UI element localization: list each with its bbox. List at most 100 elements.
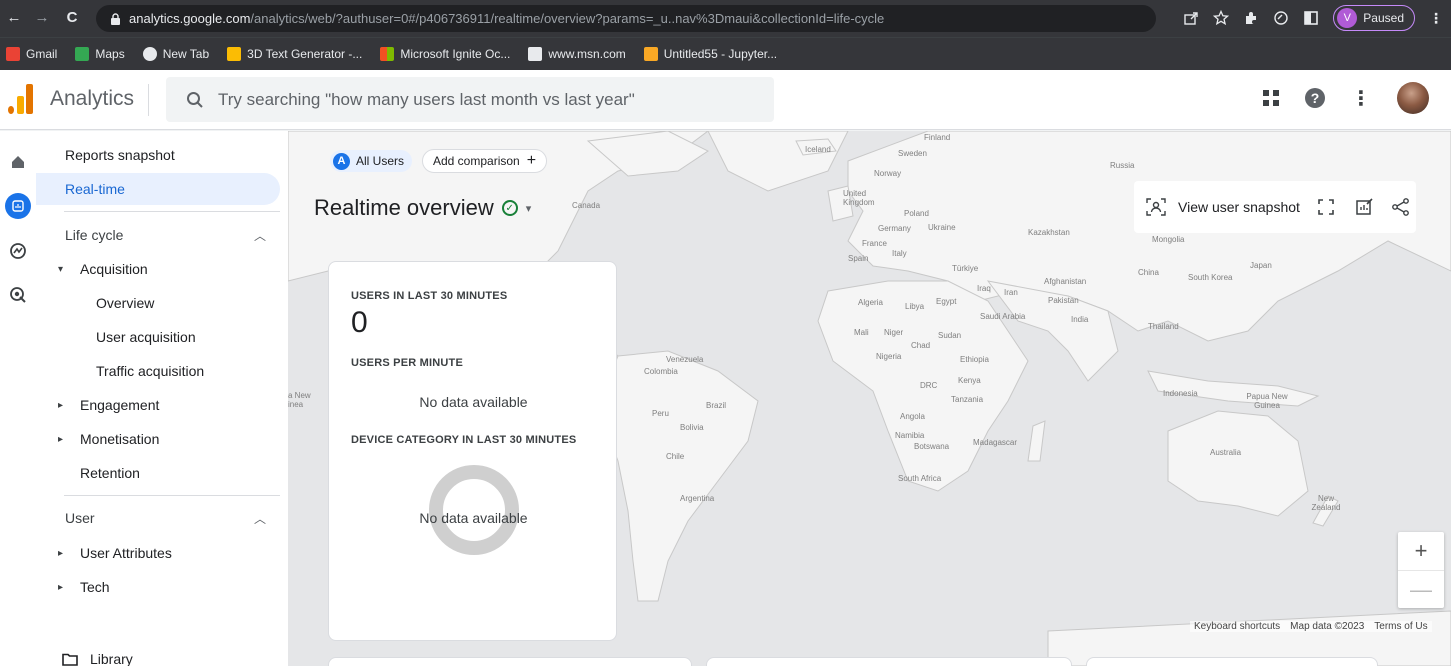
add-comparison-button[interactable]: Add comparison +: [422, 149, 548, 173]
sidebar-item-monetisation[interactable]: ▸ Monetisation: [36, 423, 280, 455]
sidebar-item-engagement[interactable]: ▸ Engagement: [36, 389, 280, 421]
analytics-header: Analytics ? ⋮: [0, 70, 1451, 130]
search-box[interactable]: [166, 77, 774, 122]
caret-right-icon: ▸: [58, 547, 64, 559]
bookmark-new-tab[interactable]: New Tab: [142, 47, 209, 61]
users-30-min-label: USERS IN LAST 30 MINUTES: [351, 290, 508, 302]
zoom-out-button[interactable]: —: [1398, 570, 1444, 608]
nav-rail: [0, 131, 36, 666]
profile-avatar: V: [1337, 8, 1358, 28]
realtime-toolbar: View user snapshot: [1134, 181, 1416, 233]
advertising-icon[interactable]: [5, 282, 31, 308]
url-bar[interactable]: analytics.google.com/analytics/web/?auth…: [96, 5, 1156, 32]
segment-chip-all-users[interactable]: A All Users: [330, 150, 413, 172]
sidebar-item-traffic-acquisition[interactable]: Traffic acquisition: [36, 355, 280, 387]
sidebar-item-reports-snapshot[interactable]: Reports snapshot: [36, 139, 280, 171]
users-per-minute-label: USERS PER MINUTE: [351, 357, 463, 369]
more-options-icon[interactable]: ⋮: [1351, 86, 1371, 111]
share-icon[interactable]: [1392, 198, 1410, 216]
sidebar-section-lifecycle[interactable]: Life cycle ︿: [36, 219, 280, 251]
sidebar-item-tech[interactable]: ▸ Tech: [36, 571, 280, 603]
fullscreen-icon[interactable]: [1318, 199, 1334, 215]
caret-right-icon: ▸: [58, 581, 64, 593]
bookmark-star-icon[interactable]: [1213, 10, 1230, 26]
folder-icon: [62, 653, 78, 666]
bookmark-ignite[interactable]: Microsoft Ignite Oc...: [380, 47, 510, 61]
zoom-in-button[interactable]: +: [1398, 532, 1444, 570]
map-data-text: Map data ©2023: [1290, 621, 1365, 632]
sidebar-item-realtime[interactable]: Real-time: [36, 173, 280, 205]
bookmark-gmail[interactable]: Gmail: [6, 47, 57, 61]
msn-icon: [528, 47, 543, 61]
analytics-logo-icon[interactable]: [8, 84, 34, 114]
globe-icon: [142, 47, 157, 61]
customize-report-icon[interactable]: [1356, 198, 1374, 216]
map-zoom-controls: + —: [1398, 532, 1444, 608]
extension-icon[interactable]: [1273, 10, 1289, 26]
bookmark-jupyter[interactable]: Untitled55 - Jupyter...: [643, 47, 777, 61]
url-host: analytics.google.com: [129, 11, 251, 26]
microsoft-icon: [380, 47, 395, 61]
reload-icon[interactable]: C: [60, 9, 84, 26]
bottom-card: [1086, 657, 1378, 666]
chevron-up-icon: ︿: [253, 511, 266, 526]
page-title: Realtime overview ✓ ▾: [314, 195, 532, 220]
sidebar-item-library[interactable]: Library: [36, 643, 280, 666]
reports-icon[interactable]: [5, 193, 31, 219]
gmail-icon: [6, 47, 20, 61]
realtime-users-card: USERS IN LAST 30 MINUTES 0 USERS PER MIN…: [328, 261, 617, 641]
check-circle-icon[interactable]: ✓: [501, 200, 518, 216]
user-snapshot-icon: [1146, 198, 1166, 216]
sidebar-section-user[interactable]: User ︿: [36, 502, 280, 534]
bookmark-msn[interactable]: www.msn.com: [528, 47, 626, 61]
keyboard-shortcuts-link[interactable]: Keyboard shortcuts: [1194, 621, 1280, 632]
back-icon[interactable]: ←: [2, 9, 26, 26]
no-data-message: No data available: [419, 394, 528, 410]
profile-status: Paused: [1363, 11, 1404, 25]
share-page-icon[interactable]: [1183, 10, 1199, 26]
segment-letter-badge: A: [333, 152, 350, 170]
help-icon[interactable]: ?: [1305, 88, 1325, 108]
caret-down-icon[interactable]: ▾: [526, 202, 532, 215]
no-data-message: No data available: [419, 510, 528, 526]
caret-right-icon: ▸: [58, 433, 64, 445]
bookmarks-bar: Gmail Maps New Tab 3D Text Generator -..…: [0, 37, 1451, 70]
sidebar-item-retention[interactable]: Retention: [36, 457, 280, 489]
chevron-up-icon: ︿: [253, 228, 266, 243]
device-category-label: DEVICE CATEGORY IN LAST 30 MINUTES: [351, 434, 577, 446]
maps-icon: [75, 47, 90, 61]
url-path: /analytics/web/?authuser=0#/p406736911/r…: [250, 11, 885, 26]
account-avatar[interactable]: [1397, 82, 1429, 114]
bottom-card: [706, 657, 1072, 666]
plus-icon: +: [526, 152, 537, 169]
bookmark-maps[interactable]: Maps: [75, 47, 125, 61]
sidebar-item-user-attributes[interactable]: ▸ User Attributes: [36, 537, 280, 569]
search-input[interactable]: [218, 89, 718, 110]
sidebar-item-user-acquisition[interactable]: User acquisition: [36, 321, 280, 353]
profile-button[interactable]: V Paused: [1333, 5, 1415, 31]
realtime-main: Iceland Finland Sweden Norway Russia Uni…: [288, 131, 1451, 666]
3d-text-icon: [227, 47, 242, 61]
terms-link[interactable]: Terms of Us: [1374, 621, 1427, 632]
map-attribution: Keyboard shortcuts Map data ©2023 Terms …: [1190, 621, 1432, 632]
home-icon[interactable]: [5, 149, 31, 175]
app-title: Analytics: [50, 87, 135, 110]
browser-toolbar: ← → C analytics.google.com/analytics/web…: [0, 0, 1451, 37]
explore-icon[interactable]: [5, 238, 31, 264]
lock-icon: [111, 12, 120, 25]
users-30-min-value: 0: [351, 306, 368, 339]
forward-icon[interactable]: →: [30, 9, 54, 26]
apps-grid-icon[interactable]: [1263, 90, 1279, 106]
reports-sidebar: Reports snapshot Real-time Life cycle ︿ ▾…: [36, 131, 288, 666]
bookmark-3d-text[interactable]: 3D Text Generator -...: [227, 47, 362, 61]
jupyter-icon: [643, 47, 658, 61]
search-icon: [187, 91, 203, 108]
extensions-icon[interactable]: [1243, 10, 1259, 26]
sidebar-item-acquisition[interactable]: ▾ Acquisition: [36, 253, 280, 285]
caret-down-icon: ▾: [58, 263, 64, 275]
sidebar-item-overview[interactable]: Overview: [36, 287, 280, 319]
bottom-card: [328, 657, 692, 666]
side-panel-icon[interactable]: [1303, 10, 1319, 26]
view-user-snapshot-button[interactable]: View user snapshot: [1178, 199, 1300, 215]
browser-menu-icon[interactable]: ⋮: [1429, 10, 1443, 27]
